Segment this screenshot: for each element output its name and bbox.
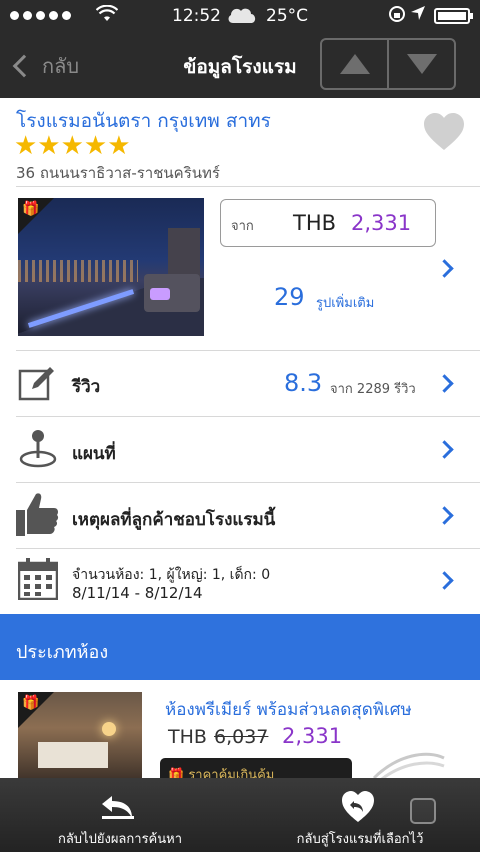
status-temperature: 25°C	[266, 6, 309, 26]
thumbs-up-icon	[16, 493, 59, 536]
battery-icon	[434, 8, 473, 24]
back-to-selected-label: กลับสู่โรงแรมที่เลือกไว้	[296, 832, 424, 847]
divider	[16, 416, 480, 417]
signal-dot	[10, 11, 19, 20]
edit-icon	[18, 367, 54, 401]
more-photos-label[interactable]: รูปเพิ่มเติม	[316, 292, 374, 313]
booking-chevron-right-icon[interactable]	[435, 571, 454, 590]
star-rating: ★★★★★	[14, 131, 131, 161]
divider	[16, 548, 480, 549]
room-currency: THB	[168, 726, 207, 748]
review-chevron-right-icon[interactable]	[435, 374, 454, 393]
next-hotel-button[interactable]	[387, 40, 454, 88]
back-to-results-tab[interactable]: กลับไปยังผลการค้นหา	[0, 778, 240, 852]
favorite-heart-button[interactable]	[422, 112, 466, 152]
back-to-results-label: กลับไปยังผลการค้นหา	[57, 832, 183, 847]
review-score: 8.3	[284, 369, 323, 397]
signal-dot	[36, 11, 45, 20]
arrow-down-icon	[406, 54, 437, 74]
cloud-icon	[228, 8, 256, 23]
previous-hotel-button[interactable]	[322, 40, 387, 88]
location-icon	[411, 6, 425, 20]
price-box: จาก THB 2,331	[220, 199, 436, 247]
divider	[16, 186, 480, 187]
status-time: 12:52	[172, 6, 221, 26]
review-label: รีวิว	[72, 377, 101, 397]
room-types-header: ประเภทห้อง	[0, 614, 480, 680]
heart-icon	[424, 113, 464, 150]
signal-dot	[23, 11, 32, 20]
return-icon	[102, 796, 134, 819]
divider	[16, 482, 480, 483]
hotel-address: 36 ถนนนราธิวาส-ราชนครินทร์	[16, 164, 220, 182]
heart-return-icon	[342, 791, 374, 822]
divider	[16, 350, 480, 351]
reasons-chevron-right-icon[interactable]	[435, 506, 454, 525]
room-new-price: 2,331	[282, 724, 343, 748]
room-old-price: 6,037	[214, 726, 269, 748]
map-label: แผนที่	[72, 444, 116, 464]
signal-dots	[10, 11, 71, 20]
select-checkbox[interactable]	[410, 798, 436, 824]
tab-bar: กลับไปยังผลการค้นหา กลับสู่โรงแรมที่เลือ…	[0, 778, 480, 852]
more-photos-count[interactable]: 29	[274, 283, 305, 311]
room-name[interactable]: ห้องพรีเมียร์ พร้อมส่วนลดสุดพิเศษ	[165, 696, 412, 723]
gift-icon: 🎁	[22, 201, 40, 217]
status-bar: 12:52 25°C	[0, 0, 480, 32]
map-chevron-right-icon[interactable]	[435, 440, 454, 459]
booking-guests: จำนวนห้อง: 1, ผู้ใหญ่: 1, เด็ก: 0	[72, 567, 271, 583]
price-value: 2,331	[351, 211, 412, 235]
prev-next-control	[320, 38, 456, 90]
rotation-lock-icon	[389, 6, 405, 22]
price-currency: THB	[293, 211, 337, 235]
map-pin-icon	[19, 430, 57, 468]
signal-dot	[49, 11, 58, 20]
booking-dates: 8/11/14 - 8/12/14	[72, 584, 203, 602]
hotel-photo[interactable]: 🎁	[18, 198, 204, 336]
price-from-label: จาก	[231, 219, 254, 234]
arrow-up-icon	[339, 54, 370, 74]
signal-dot	[62, 11, 71, 20]
nav-bar: กลับ ข้อมูลโรงแรม	[0, 32, 480, 98]
wifi-icon	[96, 5, 118, 21]
review-count: จาก 2289 รีวิว	[330, 382, 416, 397]
chevron-right-icon[interactable]	[435, 259, 454, 278]
gift-icon: 🎁	[22, 695, 40, 711]
reasons-label: เหตุผลที่ลูกค้าชอบโรงแรมนี้	[72, 510, 276, 530]
calendar-icon	[18, 558, 58, 600]
room-photo[interactable]: 🎁	[18, 692, 142, 782]
